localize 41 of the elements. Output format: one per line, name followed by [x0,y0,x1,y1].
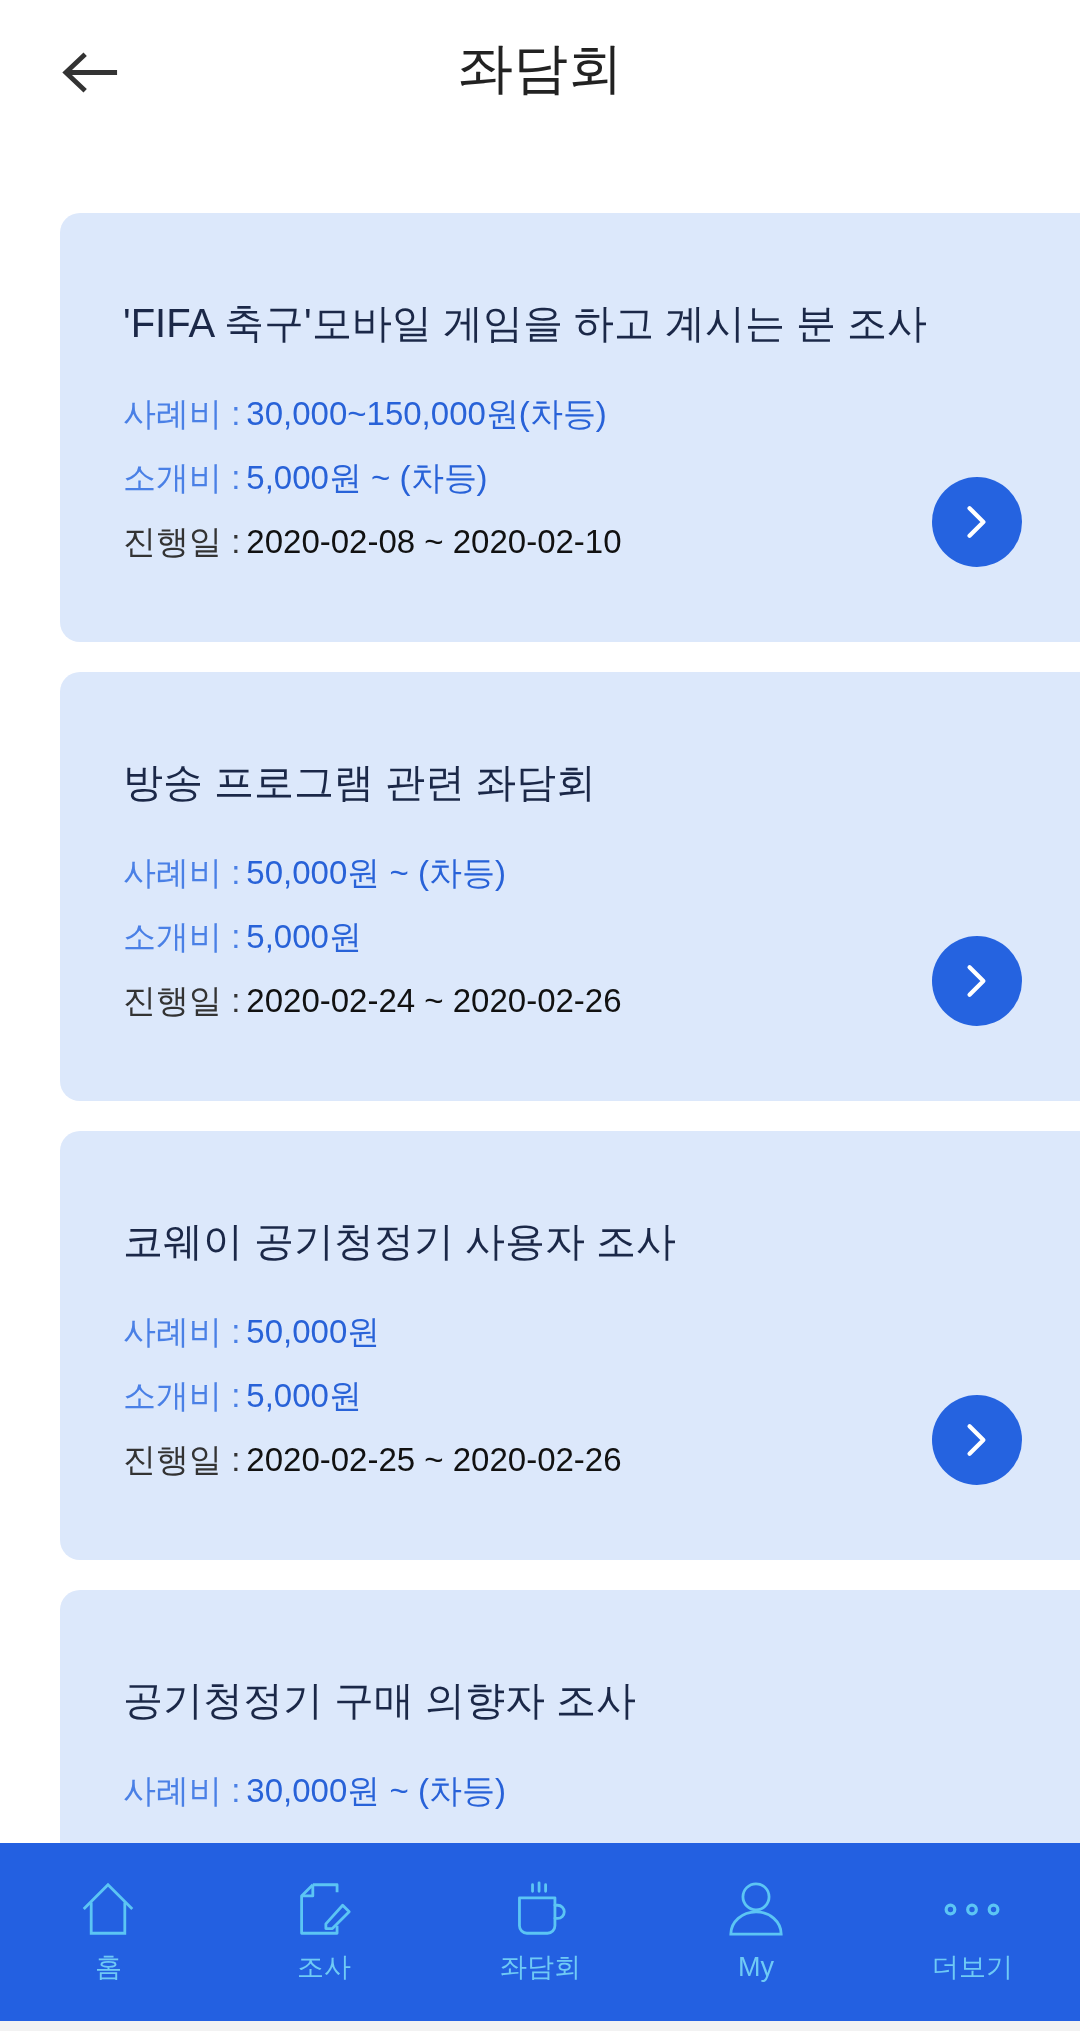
nav-item[interactable]: 조사 [216,1843,432,1983]
chevron-right-icon [966,964,988,998]
person-icon [728,1881,784,1937]
info-label: 사례비 : [123,1771,241,1811]
info-value: 2020-02-25 ~ 2020-02-26 [246,1440,622,1480]
nav-item[interactable]: 더보기 [864,1843,1080,1983]
info-value: 5,000원 [246,1376,362,1416]
info-label: 진행일 : [123,522,241,562]
nav-item[interactable]: My [648,1843,864,1983]
info-value: 50,000원 ~ (차등) [246,853,506,893]
chevron-right-icon [966,1423,988,1457]
page-title: 좌담회 [457,36,623,101]
info-value: 5,000원 [246,917,362,957]
card-title: 방송 프로그램 관련 좌담회 [123,759,598,806]
info-value: 30,000~150,000원(차등) [246,394,607,434]
info-label: 사례비 : [123,853,241,893]
info-label: 진행일 : [123,981,241,1021]
info-label: 소개비 : [123,917,241,957]
survey-card[interactable]: 코웨이 공기청정기 사용자 조사 사례비 : 50,000원 소개비 : 5,000원 진행일 : 2020-02-25 ~ 2020-02-26 [60,1131,1080,1560]
info-value: 5,000원 ~ (차등) [246,458,488,498]
card-title: 'FIFA 축구'모바일 게임을 하고 계시는 분 조사 [123,300,929,347]
info-value: 30,000원 ~ (차등) [246,1771,506,1811]
card-title: 공기청정기 구매 의향자 조사 [123,1677,638,1724]
survey-card[interactable]: 방송 프로그램 관련 좌담회 사례비 : 50,000원 ~ (차등) 소개비 : 5,000원 진행일 : 2020-02-24 ~ 2020-02-26 [60,672,1080,1101]
info-label: 사례비 : [123,1312,241,1352]
info-value: 50,000원 [246,1312,381,1352]
info-label: 소개비 : [123,1376,241,1416]
home-icon [80,1881,136,1937]
chevron-right-icon [966,505,988,539]
nav-item[interactable]: 홈 [0,1843,216,1983]
info-label: 소개비 : [123,458,241,498]
back-arrow-icon[interactable] [61,50,119,94]
card-title: 코웨이 공기청정기 사용자 조사 [123,1218,678,1265]
survey-card[interactable]: 공기청정기 구매 의향자 조사 사례비 : 30,000원 ~ (차등) [60,1590,1080,1843]
nav-item[interactable]: 좌담회 [432,1843,648,1983]
info-label: 진행일 : [123,1440,241,1480]
survey-card[interactable]: 'FIFA 축구'모바일 게임을 하고 계시는 분 조사 사례비 : 30,000~150,000원(차등) 소개비 : 5,000원 ~ (차등) 진행일 : 2020-02-08 ~ 2020-02-10 [60,213,1080,642]
info-value: 2020-02-24 ~ 2020-02-26 [246,981,622,1021]
info-value: 2020-02-08 ~ 2020-02-10 [246,522,622,562]
info-label: 사례비 : [123,394,241,434]
more-dots-icon [944,1903,1000,1916]
